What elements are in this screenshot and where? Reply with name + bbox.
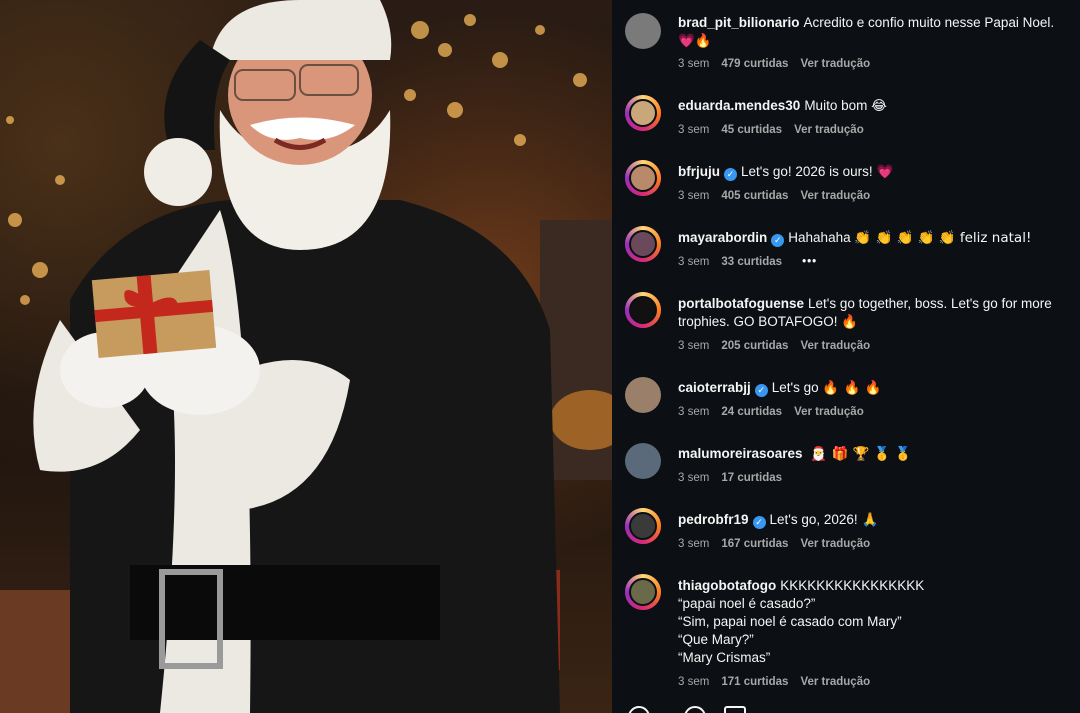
comment-username[interactable]: brad_pit_bilionario [678,15,800,30]
verified-badge-icon: ✓ [754,384,768,397]
avatar[interactable] [625,377,661,413]
comment-time: 3 sem [678,472,710,484]
comment-time: 3 sem [678,406,710,418]
comment-line: “papai noel é casado?” [678,596,816,611]
comment-icon[interactable] [684,706,706,713]
comment-text: Hahahaha [788,230,851,245]
comment-emoji: 🎅 🎁 🏆 🥇 🥇 [810,446,912,462]
comment-time: 3 sem [678,124,710,136]
comment-likes[interactable]: 167 curtidas [721,538,788,550]
comment-time: 3 sem [678,256,710,268]
verified-badge-icon: ✓ [771,234,785,247]
comment-meta: 3 sem 24 curtidas Ver tradução [678,406,876,418]
comment-username[interactable]: eduarda.mendes30 [678,98,800,113]
avatar[interactable] [625,13,661,49]
comment-likes[interactable]: 24 curtidas [721,406,782,418]
comment-username[interactable]: pedrobfr19 [678,512,749,527]
comment-username[interactable]: portalbotafoguense [678,296,804,311]
see-translation-link[interactable]: Ver tradução [800,340,870,352]
comment-text: Let's go, 2026! [769,512,858,527]
comment-time: 3 sem [678,538,710,550]
comment-username[interactable]: malumoreirasoares [678,446,803,461]
comment-meta: 3 sem 479 curtidas Ver tradução [678,58,882,70]
comment-username[interactable]: caioterrabjj [678,380,751,395]
see-translation-link[interactable]: Ver tradução [794,406,864,418]
comment-text: Acredito e confio muito nesse Papai Noel… [803,15,1055,30]
see-translation-link[interactable]: Ver tradução [800,538,870,550]
comment-emoji: 🔥 [841,314,859,330]
comment-line: “Que Mary?” [678,632,754,647]
comment-emoji: 🔥 🔥 🔥 [822,380,882,396]
comment-time: 3 sem [678,340,710,352]
share-icon[interactable] [724,706,746,713]
comment-likes[interactable]: 33 curtidas [721,256,782,268]
see-translation-link[interactable]: Ver tradução [800,676,870,688]
comment-emoji: 👏 👏 👏 👏 👏 feliz natal! [854,230,1032,246]
comment-text: KKKKKKKKKKKKKKKK [780,578,925,593]
comment-likes[interactable]: 405 curtidas [721,190,788,202]
comment-emoji: 💗 [876,164,894,180]
comment-emoji: 💗🔥 [678,33,712,49]
verified-badge-icon: ✓ [752,516,766,529]
santa-illustration [0,0,612,713]
comment-likes[interactable]: 479 curtidas [721,58,788,70]
comment-text: Let's go [771,380,819,395]
comment-meta: 3 sem 33 curtidas ••• [678,256,829,268]
comment-line: “Sim, papai noel é casado com Mary” [678,614,902,629]
avatar[interactable] [625,160,661,196]
comment-likes[interactable]: 45 curtidas [721,124,782,136]
comment-meta: 3 sem 171 curtidas Ver tradução [678,676,882,688]
comment-username[interactable]: thiagobotafogo [678,578,776,593]
comment-username[interactable]: mayarabordin [678,230,767,245]
comment-emoji: 🙏 [861,512,879,528]
comment-line: “Mary Crismas” [678,650,771,665]
comment-likes[interactable]: 205 curtidas [721,340,788,352]
comment-meta: 3 sem 45 curtidas Ver tradução [678,124,876,136]
verified-badge-icon: ✓ [724,168,737,181]
comment-text: Let's go! 2026 is ours! [741,164,873,179]
see-translation-link[interactable]: Ver tradução [800,58,870,70]
see-translation-link[interactable]: Ver tradução [800,190,870,202]
avatar[interactable] [625,292,661,328]
avatar[interactable] [625,226,661,262]
avatar[interactable] [625,443,661,479]
comment-username[interactable]: bfrjuju [678,164,720,179]
comment-time: 3 sem [678,58,710,70]
see-translation-link[interactable]: Ver tradução [794,124,864,136]
comments-panel[interactable]: brad_pit_bilionario Acredito e confio mui… [612,0,1080,713]
comment-meta: 3 sem 405 curtidas Ver tradução [678,190,882,202]
comment-likes[interactable]: 171 curtidas [721,676,788,688]
avatar[interactable] [625,574,661,610]
comment-likes[interactable]: 17 curtidas [721,472,782,484]
avatar[interactable] [625,95,661,131]
more-options-icon[interactable]: ••• [802,256,817,268]
comment-meta: 3 sem 17 curtidas [678,472,794,484]
comment-emoji: 😂 [871,98,887,114]
comment-time: 3 sem [678,190,710,202]
post-photo[interactable] [0,0,612,713]
comment-time: 3 sem [678,676,710,688]
comment-meta: 3 sem 167 curtidas Ver tradução [678,538,882,550]
comment-meta: 3 sem 205 curtidas Ver tradução [678,340,882,352]
heart-icon[interactable] [628,706,650,713]
avatar[interactable] [625,508,661,544]
comment-text: Muito bom [804,98,868,113]
